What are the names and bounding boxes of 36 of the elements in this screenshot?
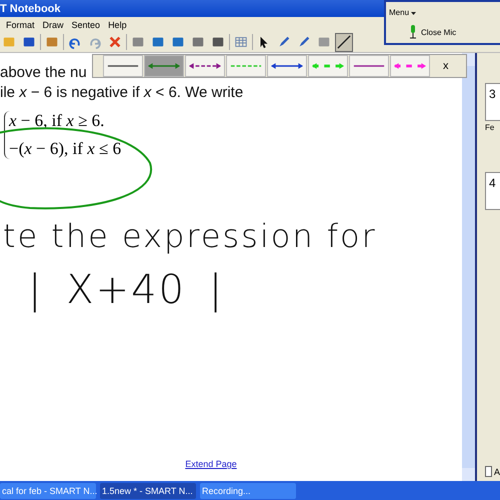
taskbar-button[interactable]: 1.5new * - SMART N... (100, 482, 196, 498)
handwritten-expression: | X+40 | (28, 267, 226, 313)
menu-button[interactable]: Menu (389, 8, 416, 16)
delete-icon (108, 35, 122, 49)
checkbox[interactable] (485, 466, 492, 477)
close-button[interactable]: x (437, 59, 454, 73)
scrollbar[interactable] (462, 53, 477, 481)
close-mic-button[interactable]: Close Mic (403, 24, 462, 40)
checkbox-label: A (494, 466, 500, 476)
math-case: x − 6, if x ≥ 6. (9, 111, 106, 131)
window-title: T Notebook (0, 2, 60, 14)
menu-item[interactable]: Draw (42, 20, 64, 30)
text-line: ile x − 6 is negative if x < 6. We write (0, 83, 244, 103)
line-icon (337, 35, 351, 49)
line-style-option[interactable] (185, 55, 225, 77)
menu-item[interactable]: Senteo (72, 20, 100, 30)
table-icon (234, 35, 248, 49)
menu-item[interactable]: Format (6, 20, 35, 30)
extend-page-link[interactable]: Extend Page (185, 459, 237, 469)
menu-item[interactable]: Help (108, 20, 127, 30)
handwritten-text: ite the expression for (0, 217, 378, 255)
thumbnail-caption: Fe (485, 123, 496, 132)
page-thumbnail[interactable]: 4 (485, 172, 500, 210)
line-style-option[interactable] (267, 55, 307, 77)
text-line: above the nu (0, 63, 87, 83)
caret-icon (411, 12, 416, 14)
microphone-icon (409, 25, 417, 39)
page-thumbnail[interactable]: 3 (485, 83, 500, 121)
pen-icon (277, 35, 291, 49)
line-style-option[interactable] (349, 55, 389, 77)
toolbar-button[interactable] (335, 32, 353, 52)
line-style-option[interactable] (103, 55, 143, 77)
math-case: −(x − 6), if x ≤ 6 (9, 139, 122, 159)
pen-icon (297, 35, 311, 49)
taskbar-button[interactable]: cal for feb - SMART N... (0, 482, 96, 498)
taskbar-button[interactable]: Recording... (200, 482, 296, 498)
